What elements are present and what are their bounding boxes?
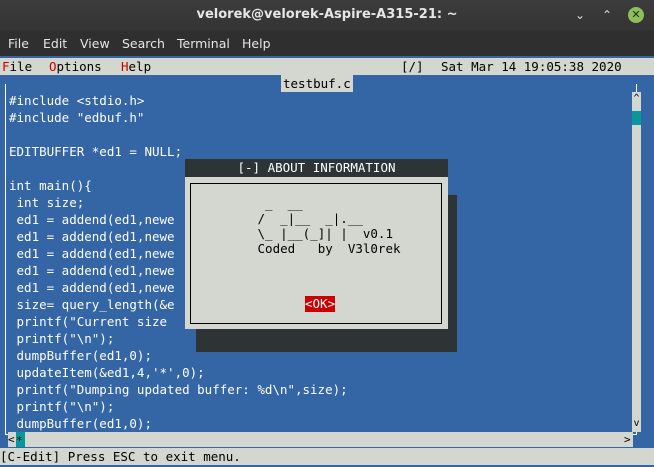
scroll-right-arrow[interactable]: > [624, 432, 631, 447]
editor-datetime: Sat Mar 14 19:05:38 2020 [441, 59, 622, 74]
menu-search[interactable]: Search [122, 36, 165, 51]
editor-menu-file[interactable]: File [2, 58, 32, 75]
editor-menu-help[interactable]: Help [121, 58, 151, 75]
logo-art-line: _ __ [250, 196, 303, 211]
code-line: #include <stdio.h> [9, 93, 145, 108]
code-line: printf("\n"); [9, 331, 115, 346]
about-dialog-title: [-] ABOUT INFORMATION [185, 159, 448, 177]
code-line: printf("\n"); [9, 399, 115, 414]
maximize-button[interactable]: ⌃ [599, 7, 615, 23]
code-line: int main(){ [9, 178, 92, 193]
horizontal-scrollbar[interactable]: < * > [8, 432, 633, 447]
menu-edit[interactable]: Edit [43, 36, 67, 51]
menu-view[interactable]: View [80, 36, 110, 51]
close-button[interactable]: ✕ [628, 7, 644, 23]
code-line: ed1 = addend(ed1,newe [9, 263, 175, 278]
code-line: #include "edbuf.h" [9, 110, 145, 125]
code-line: updateItem(&ed1,4,'*',0); [9, 365, 205, 380]
terminal-area[interactable]: File Options Help [/] Sat Mar 14 19:05:3… [0, 56, 654, 467]
code-line: dumpBuffer(ed1,0); [9, 416, 152, 431]
code-line: dumpBuffer(ed1,0); [9, 348, 152, 363]
menu-file[interactable]: File [8, 36, 29, 51]
code-line: size= query_length(&e [9, 297, 175, 312]
editor-indicator: [/] [401, 59, 424, 74]
code-line: ed1 = addend(ed1,newe [9, 229, 175, 244]
editor-filename: testbuf.c [281, 75, 353, 92]
menu-terminal[interactable]: Terminal [177, 36, 230, 51]
code-line: ed1 = addend(ed1,newe [9, 246, 175, 261]
scroll-up-arrow[interactable]: ^ [632, 92, 641, 106]
vertical-scrollbar[interactable]: ^ v [632, 92, 641, 432]
code-line: int size; [9, 195, 85, 210]
status-bar: [C-Edit] Press ESC to exit menu. [0, 448, 654, 465]
about-dialog: [-] ABOUT INFORMATION _ __ / _|__ _|.__ … [185, 159, 448, 329]
ok-button[interactable]: <OK> [305, 296, 336, 312]
horizontal-scroll-thumb[interactable]: * [16, 432, 25, 447]
code-line: printf("Current size [9, 314, 168, 329]
window-titlebar: velorek@velorek-Aspire-A315-21: ~ ⌄ ⌃ ✕ [0, 0, 654, 30]
code-line: ed1 = addend(ed1,newe [9, 280, 175, 295]
logo-art-line: \_ |__(_]| | v0.1 [250, 226, 393, 241]
code-line: EDITBUFFER *ed1 = NULL; [9, 144, 183, 159]
editor-menu-options[interactable]: Options [49, 58, 102, 75]
scroll-down-arrow[interactable]: v [632, 417, 641, 431]
terminal-menubar: File Edit View Search Terminal Help [0, 30, 654, 56]
editor-menubar: File Options Help [/] Sat Mar 14 19:05:3… [0, 58, 654, 75]
vertical-scroll-thumb[interactable] [632, 111, 641, 125]
logo-art-line: / _|__ _|.__ [250, 211, 363, 226]
minimize-button[interactable]: ⌄ [572, 7, 588, 23]
credits-line: Coded by V3l0rek [250, 241, 401, 256]
window-title: velorek@velorek-Aspire-A315-21: ~ [196, 7, 458, 22]
scroll-left-arrow[interactable]: < [8, 432, 15, 447]
code-line: ed1 = addend(ed1,newe [9, 212, 175, 227]
code-line: printf("Dumping updated buffer: %d\n",si… [9, 382, 348, 397]
menu-help[interactable]: Help [242, 36, 271, 51]
